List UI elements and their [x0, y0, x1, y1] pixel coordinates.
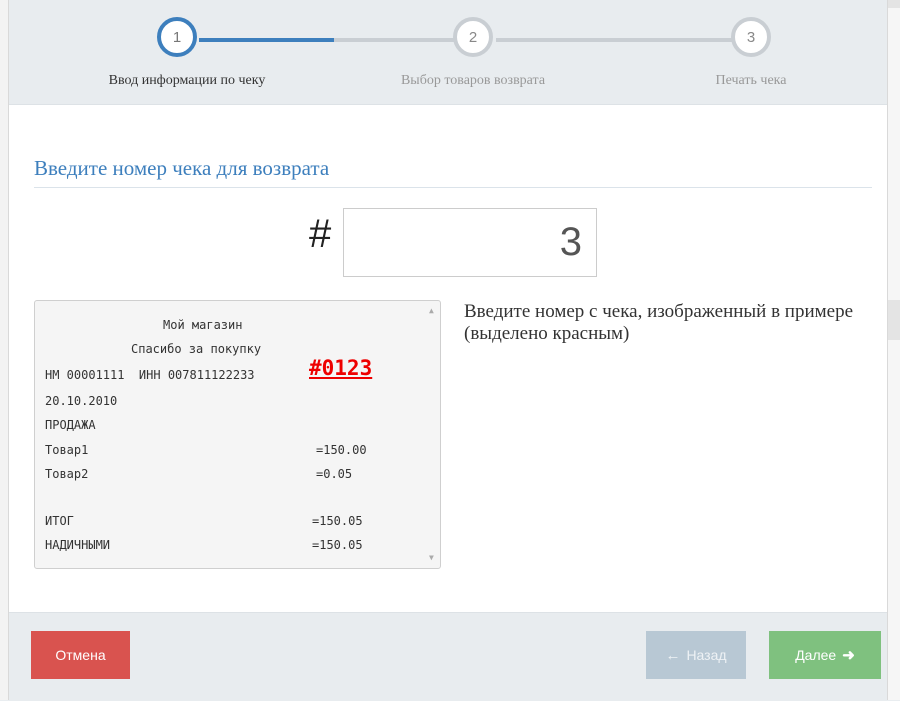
receipt-date: 20.10.2010 [45, 394, 118, 408]
receipt-total-amount: =150.05 [312, 514, 363, 528]
hash-symbol: # [309, 212, 332, 256]
step-3-number: 3 [746, 28, 756, 46]
section-title: Введите номер чека для возврата [34, 156, 330, 180]
section-divider [34, 187, 872, 188]
step-1-number: 1 [172, 28, 182, 46]
wizard-progress: 1 2 3 Ввод информации по чеку Выбор това… [9, 0, 887, 105]
receipt-payment-label: НАДИЧНЫМИ [45, 538, 111, 552]
step-2-indicator: 2 [453, 17, 493, 57]
background-window-right [888, 0, 900, 700]
receipt-reg-line: НМ 00001111 ИНН 007811122233 [45, 368, 255, 382]
step-1-indicator: 1 [157, 17, 197, 57]
receipt-item-name: Товар1 [45, 443, 89, 457]
cancel-button[interactable]: Отмена [31, 631, 130, 679]
receipt-total-label: ИТОГ [45, 514, 74, 528]
receipt-store-name: Мой магазин [163, 318, 243, 332]
back-button[interactable]: ← Назад [646, 631, 746, 679]
receipt-number-input[interactable] [343, 208, 597, 277]
progress-track-completed [199, 38, 334, 42]
arrow-right-icon: ➜ [842, 647, 855, 664]
return-wizard-dialog: 1 2 3 Ввод информации по чеку Выбор това… [8, 0, 888, 701]
next-button[interactable]: Далее ➜ [769, 631, 881, 679]
progress-track-pending [334, 38, 464, 42]
step-1-label: Ввод информации по чеку [108, 73, 266, 88]
receipt-item-amount: =0.05 [316, 467, 353, 481]
receipt-item-name: Товар2 [45, 467, 89, 481]
receipt-number-highlight: #0123 [309, 356, 373, 380]
receipt-example-panel[interactable]: Мой магазин Спасибо за покупку НМ 000011… [34, 300, 441, 569]
receipt-scrollbar[interactable]: ▲ ▼ [426, 301, 440, 568]
scroll-down-icon[interactable]: ▼ [429, 554, 434, 562]
step-3-label: Печать чека [715, 73, 787, 88]
receipt-thanks: Спасибо за покупку [131, 342, 262, 356]
back-button-label: Назад [686, 647, 727, 663]
cancel-button-label: Отмена [55, 647, 106, 663]
step-2-label: Выбор товаров возврата [400, 73, 546, 88]
receipt-payment-amount: =150.05 [312, 538, 363, 552]
scroll-up-icon[interactable]: ▲ [429, 307, 434, 315]
step-2-number: 2 [468, 28, 478, 46]
step-3-indicator: 3 [731, 17, 771, 57]
hint-text: Введите номер с чека, изображенный в при… [464, 301, 854, 344]
next-button-label: Далее [795, 647, 837, 663]
receipt-item-amount: =150.00 [316, 443, 367, 457]
receipt-operation: ПРОДАЖА [45, 418, 96, 432]
arrow-left-icon: ← [665, 646, 681, 664]
dialog-footer: Отмена ← Назад Далее ➜ [9, 612, 887, 701]
progress-track-pending [496, 38, 733, 42]
background-window-left [0, 0, 8, 700]
